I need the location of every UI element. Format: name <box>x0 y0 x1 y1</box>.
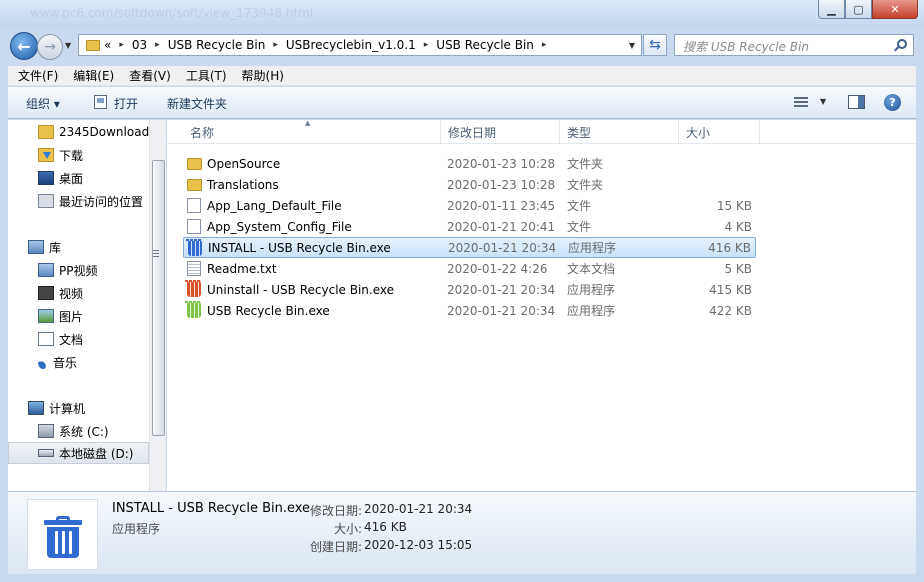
minimize-button[interactable]: ▁ <box>818 0 845 19</box>
file-row-install-exe[interactable]: INSTALL - USB Recycle Bin.exe 2020-01-21… <box>183 237 756 258</box>
file-row-opensource[interactable]: OpenSource 2020-01-23 10:28 文件夹 <box>183 153 756 174</box>
recycle-bin-red-icon <box>185 280 201 297</box>
video-library-icon <box>38 263 54 277</box>
open-icon <box>94 95 107 109</box>
breadcrumb-item[interactable]: USB Recycle Bin ▸ <box>168 38 286 52</box>
help-icon[interactable]: ? <box>884 94 901 111</box>
nav-item-documents[interactable]: 文档 <box>8 328 149 350</box>
scrollbar-thumb[interactable] <box>152 160 165 436</box>
nav-item-computer[interactable]: 计算机 <box>8 397 149 419</box>
nav-item-recent-places[interactable]: 最近访问的位置 <box>8 190 149 212</box>
nav-item-desktop[interactable]: 桌面 <box>8 167 149 189</box>
details-size-label: 大小: <box>333 522 362 536</box>
organize-button[interactable]: 组织 ▾ <box>26 95 60 112</box>
menu-bar: 文件(F) 编辑(E) 查看(V) 工具(T) 帮助(H) <box>8 66 916 86</box>
nav-item-drive-c[interactable]: 系统 (C:) <box>8 420 149 442</box>
file-row-app-system-config[interactable]: App_System_Config_File 2020-01-21 20:41 … <box>183 216 756 237</box>
drive-c-icon <box>38 424 54 438</box>
back-button[interactable]: ← <box>10 32 38 60</box>
file-row-app-lang-default[interactable]: App_Lang_Default_File 2020-01-11 23:45 文… <box>183 195 756 216</box>
folder-icon <box>187 158 202 170</box>
nav-item-pp-video[interactable]: PP视频 <box>8 259 149 281</box>
details-modified-value: 2020-01-21 20:34 <box>364 502 473 516</box>
breadcrumb-overflow[interactable]: «▸ <box>104 38 132 52</box>
nav-item-pictures[interactable]: 图片 <box>8 305 149 327</box>
details-size-value: 416 KB <box>364 520 407 534</box>
music-icon <box>38 355 48 369</box>
file-icon <box>187 198 201 213</box>
menu-tools[interactable]: 工具(T) <box>186 67 227 84</box>
folder-icon <box>38 125 54 139</box>
nav-item-2345downloads[interactable]: 2345Downloads <box>8 121 149 143</box>
file-list: ▲ 名称 修改日期 类型 大小 OpenSource 2020-01-23 10… <box>167 119 916 491</box>
pictures-icon <box>38 309 54 323</box>
nav-item-libraries[interactable]: 库 <box>8 236 149 258</box>
file-row-readme[interactable]: Readme.txt 2020-01-22 4:26 文本文档 5 KB <box>183 258 756 279</box>
view-options-dropdown[interactable]: ▼ <box>820 97 826 106</box>
maximize-button[interactable]: ▢ <box>845 0 872 19</box>
menu-help[interactable]: 帮助(H) <box>242 67 284 84</box>
recycle-bin-blue-icon <box>44 516 82 558</box>
address-bar[interactable]: «▸ 03 ▸ USB Recycle Bin ▸ USBrecyclebin_v1… <box>78 34 642 56</box>
recent-places-icon <box>38 194 54 208</box>
nav-item-drive-d[interactable]: 本地磁盘 (D:) <box>8 442 149 464</box>
window-controls: ▁ ▢ ✕ <box>818 0 918 19</box>
folder-icon <box>86 39 100 51</box>
search-icon[interactable] <box>897 39 907 49</box>
recycle-bin-blue-icon <box>186 239 202 256</box>
details-created-value: 2020-12-03 15:05 <box>364 538 473 552</box>
menu-view[interactable]: 查看(V) <box>129 67 171 84</box>
refresh-button[interactable]: ⇆ <box>643 34 667 56</box>
scrollbar-grip-icon <box>153 250 159 258</box>
breadcrumb-item[interactable]: 03 ▸ <box>132 38 168 52</box>
breadcrumb-item[interactable]: USB Recycle Bin ▸ <box>436 38 554 52</box>
close-button[interactable]: ✕ <box>872 0 918 19</box>
documents-icon <box>38 332 54 346</box>
nav-item-videos[interactable]: 视频 <box>8 282 149 304</box>
folder-icon <box>187 179 202 191</box>
new-folder-button[interactable]: 新建文件夹 <box>167 95 227 112</box>
navigation-pane: 2345Downloads 下载 桌面 最近访问的位置 库 PP视频 视频 图片… <box>8 120 149 491</box>
recent-pages-dropdown[interactable]: ▼ <box>65 41 71 50</box>
column-header-size[interactable]: 大小 <box>679 120 760 144</box>
column-header-row: ▲ 名称 修改日期 类型 大小 <box>167 119 916 144</box>
text-file-icon <box>187 261 201 276</box>
breadcrumb-item[interactable]: USBrecyclebin_v1.0.1 ▸ <box>286 38 436 52</box>
file-row-uninstall-exe[interactable]: Uninstall - USB Recycle Bin.exe 2020-01-… <box>183 279 756 300</box>
open-button[interactable]: 打开 <box>114 95 138 112</box>
details-file-type: 应用程序 <box>112 522 161 536</box>
video-icon <box>38 286 54 300</box>
address-dropdown[interactable]: ▼ <box>623 41 641 50</box>
window-title: www.pc6.com/softdown/soft/view_173948.ht… <box>30 6 314 20</box>
column-header-type[interactable]: 类型 <box>560 120 679 144</box>
column-header-name[interactable]: 名称 <box>183 120 441 144</box>
details-created-label: 创建日期: <box>309 540 362 554</box>
file-row-translations[interactable]: Translations 2020-01-23 10:28 文件夹 <box>183 174 756 195</box>
search-input[interactable]: 搜索 USB Recycle Bin <box>674 34 914 56</box>
title-bar: www.pc6.com/softdown/soft/view_173948.ht… <box>0 0 924 28</box>
navigation-scrollbar[interactable] <box>149 120 166 491</box>
menu-file[interactable]: 文件(F) <box>18 67 58 84</box>
column-header-date[interactable]: 修改日期 <box>441 120 560 144</box>
menu-edit[interactable]: 编辑(E) <box>73 67 114 84</box>
nav-item-music[interactable]: 音乐 <box>8 351 149 373</box>
file-icon <box>187 219 201 234</box>
file-row-usb-recycle-bin-exe[interactable]: USB Recycle Bin.exe 2020-01-21 20:34 应用程… <box>183 300 756 321</box>
downloads-icon <box>38 148 54 162</box>
details-modified-label: 修改日期: <box>309 504 362 518</box>
drive-d-icon <box>38 449 54 457</box>
computer-icon <box>28 401 44 415</box>
details-pane: INSTALL - USB Recycle Bin.exe 应用程序 修改日期:… <box>8 491 916 574</box>
view-options-icon[interactable] <box>794 97 808 109</box>
desktop-icon <box>38 171 54 185</box>
recycle-bin-green-icon <box>185 301 201 318</box>
nav-item-downloads[interactable]: 下载 <box>8 144 149 166</box>
forward-button[interactable]: → <box>37 34 63 60</box>
command-bar: 组织 ▾ 打开 新建文件夹 ▼ ? <box>8 87 916 119</box>
search-placeholder: 搜索 USB Recycle Bin <box>683 40 809 54</box>
library-icon <box>28 240 44 254</box>
address-row: ← → ▼ «▸ 03 ▸ USB Recycle Bin ▸ USBrecycle… <box>0 28 924 64</box>
file-thumbnail <box>27 499 98 570</box>
preview-pane-icon[interactable] <box>848 95 865 109</box>
